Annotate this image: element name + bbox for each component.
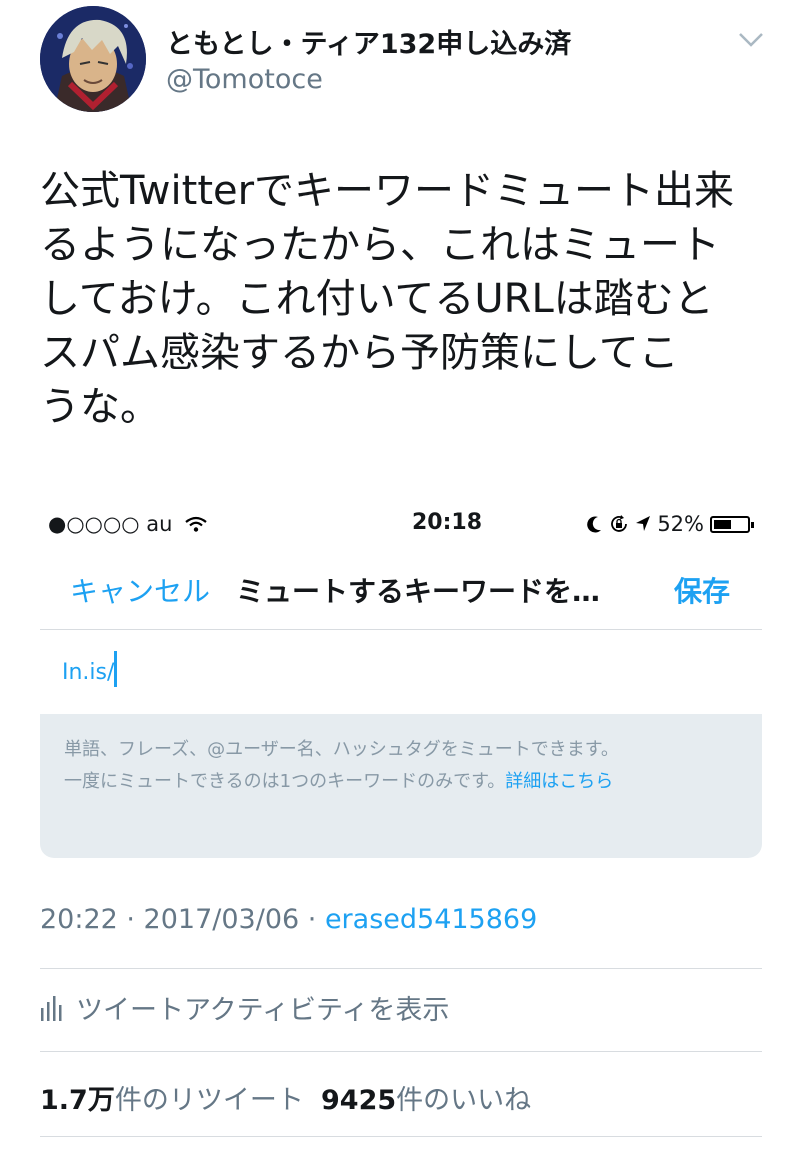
status-right: 52% xyxy=(587,512,762,536)
mute-keyword-navbar: キャンセル ミュートするキーワードを… 保存 xyxy=(40,560,762,620)
divider xyxy=(40,968,762,969)
carrier-label: ●○○○○ au xyxy=(48,512,173,536)
status-time: 20:18 xyxy=(412,510,483,535)
tweet-text-line: 公式Twitterでキーワードミュート出来 xyxy=(40,168,735,214)
tweet-text: 公式Twitterでキーワードミュート出来 るようになったから、これはミュート … xyxy=(40,164,770,434)
like-label: 件のいいね xyxy=(396,1085,532,1116)
save-button[interactable]: 保存 xyxy=(674,570,730,610)
location-icon xyxy=(636,516,651,531)
divider xyxy=(40,1051,762,1052)
engagement-counts: 1.7万件のリツイート 9425件のいいね xyxy=(40,1078,531,1117)
retweet-count: 1.7万 xyxy=(40,1085,115,1116)
display-name[interactable]: ともとし・ティア132申し込み済 xyxy=(166,22,571,61)
retweet-stat[interactable]: 1.7万件のリツイート xyxy=(40,1085,304,1116)
keyword-input[interactable] xyxy=(40,630,762,714)
battery-percent: 52% xyxy=(657,512,704,536)
battery-icon xyxy=(710,515,754,533)
moon-icon xyxy=(587,516,602,533)
avatar-image xyxy=(40,6,146,112)
navbar-title: ミュートするキーワードを… xyxy=(236,575,601,608)
bar-chart-icon xyxy=(41,995,62,1021)
tweet-text-line: しておけ。これ付いてるURLは踏むと xyxy=(40,276,714,322)
tweet-text-line: スパム感染するから予防策にしてこ xyxy=(40,330,679,376)
tweet-timestamp: 20:22 · 2017/03/06 · erased5415869 xyxy=(40,904,537,935)
retweet-label: 件のリツイート xyxy=(114,1085,304,1116)
like-count: 9425 xyxy=(321,1085,397,1116)
via-link[interactable]: erased5415869 xyxy=(325,904,537,935)
avatar[interactable] xyxy=(40,6,146,112)
help-text-line: 一度にミュートできるのは1つのキーワードのみです。 xyxy=(64,771,506,792)
rotation-lock-icon xyxy=(611,515,628,532)
cancel-button[interactable]: キャンセル xyxy=(70,570,210,610)
timestamp-text: 20:22 · 2017/03/06 · xyxy=(40,904,325,935)
tweet-text-line: るようになったから、これはミュート xyxy=(40,222,720,268)
activity-label: ツイートアクティビティを表示 xyxy=(76,995,450,1026)
tweet-activity-link[interactable]: ツイートアクティビティを表示 xyxy=(40,988,449,1027)
chevron-down-icon[interactable] xyxy=(738,32,764,48)
tweet-text-line: うな。 xyxy=(40,384,160,430)
like-stat[interactable]: 9425件のいいね xyxy=(321,1085,531,1116)
learn-more-link[interactable]: 詳細はこちら xyxy=(505,771,613,792)
user-handle[interactable]: @Tomotoce xyxy=(166,64,323,95)
wifi-icon xyxy=(185,516,207,532)
embedded-status-bar: ●○○○○ au 20:18 52% xyxy=(40,510,762,540)
help-text-line: 単語、フレーズ、@ユーザー名、ハッシュタグをミュートできます。 xyxy=(64,739,619,760)
help-text-box: 単語、フレーズ、@ユーザー名、ハッシュタグをミュートできます。 一度にミュートで… xyxy=(40,714,762,858)
divider xyxy=(40,1136,762,1137)
text-caret xyxy=(114,651,117,687)
status-left: ●○○○○ au xyxy=(48,512,207,536)
